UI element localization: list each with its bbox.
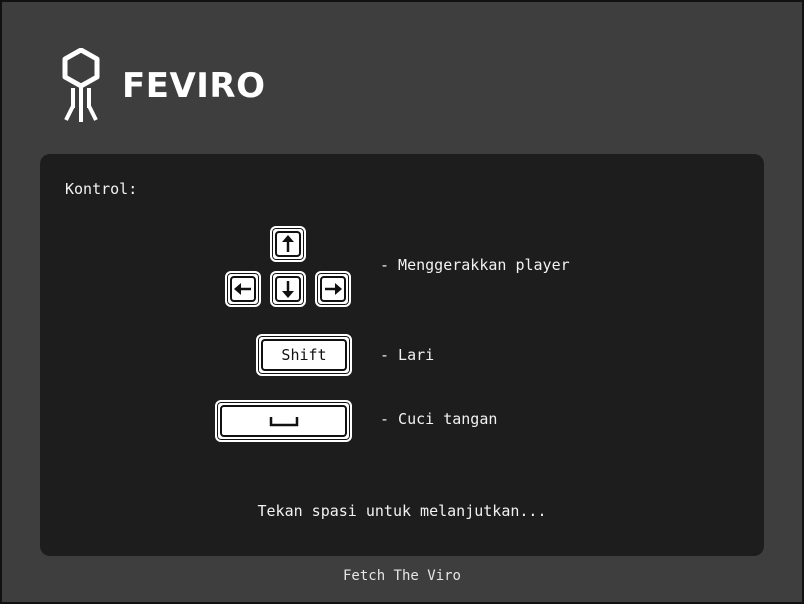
brand-header: FEVIRO bbox=[60, 48, 266, 124]
down-arrow-key bbox=[270, 271, 306, 307]
brand-name: FEVIRO bbox=[122, 66, 266, 106]
game-screen: FEVIRO Kontrol: - Menggerakkan player Sh… bbox=[0, 0, 804, 604]
arrow-left-icon bbox=[234, 283, 251, 295]
continue-prompt: Tekan spasi untuk melanjutkan... bbox=[257, 502, 547, 520]
run-description: - Lari bbox=[380, 346, 435, 364]
space-bar-icon bbox=[269, 417, 298, 427]
wash-hands-description: - Cuci tangan bbox=[380, 410, 498, 428]
footer-caption: Fetch The Viro bbox=[342, 568, 461, 584]
space-key bbox=[215, 400, 352, 442]
controls-panel: Kontrol: - Menggerakkan player Shift - L… bbox=[40, 154, 764, 556]
controls-heading: Kontrol: bbox=[65, 180, 138, 198]
shift-key: Shift bbox=[256, 334, 352, 376]
right-arrow-key bbox=[315, 271, 351, 307]
shift-key-label: Shift bbox=[281, 346, 327, 364]
left-arrow-key bbox=[225, 271, 261, 307]
arrow-down-icon bbox=[282, 281, 294, 298]
arrow-right-icon bbox=[325, 283, 342, 295]
virus-logo-icon bbox=[62, 48, 100, 122]
move-description: - Menggerakkan player bbox=[380, 256, 570, 274]
up-arrow-key bbox=[270, 226, 306, 262]
arrow-up-icon bbox=[282, 235, 294, 252]
